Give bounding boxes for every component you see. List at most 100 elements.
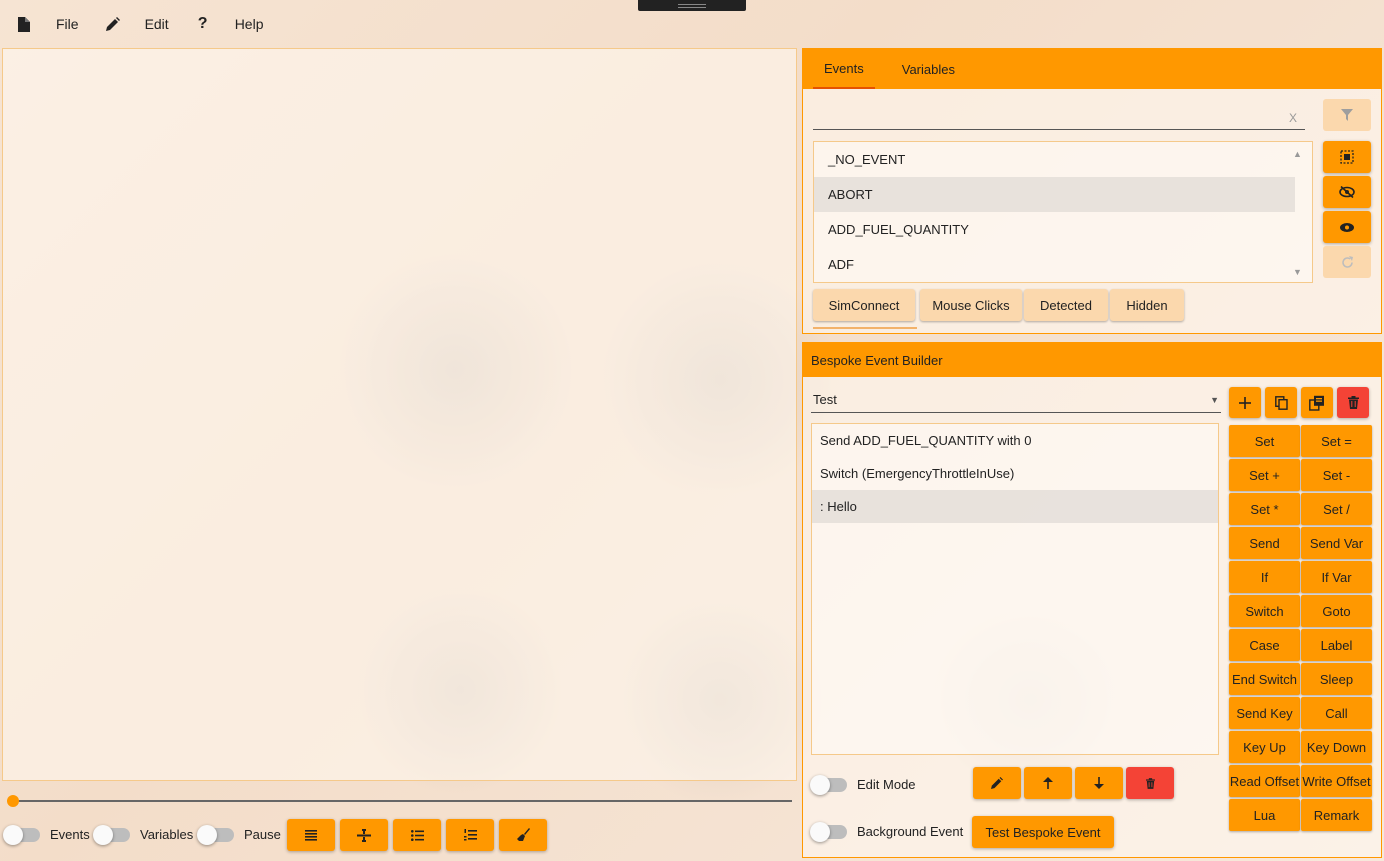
events-list: _NO_EVENT ABORT ADD_FUEL_QUANTITY ADF: [813, 141, 1313, 283]
pause-toggle[interactable]: Pause: [197, 824, 281, 845]
divide-icon: [357, 828, 371, 842]
cmd-set-divide-button[interactable]: Set /: [1301, 493, 1372, 525]
move-line-up-button[interactable]: [1024, 767, 1072, 799]
list-item-selected[interactable]: ABORT: [814, 177, 1295, 212]
script-select[interactable]: Test ▼: [811, 387, 1221, 413]
cmd-end-switch-button[interactable]: End Switch: [1229, 663, 1300, 695]
cmd-send-button[interactable]: Send: [1229, 527, 1300, 559]
cmd-set-plus-button[interactable]: Set +: [1229, 459, 1300, 491]
edit-mode-toggle[interactable]: Edit Mode: [810, 774, 916, 795]
script-line-selected[interactable]: : Hello: [812, 490, 1218, 523]
timeline-slider-thumb[interactable]: [7, 795, 19, 807]
timeline-slider-track[interactable]: [12, 800, 792, 802]
edit-line-button[interactable]: [973, 767, 1021, 799]
delete-script-button[interactable]: [1337, 387, 1369, 418]
copy-script-button[interactable]: [1265, 387, 1297, 418]
background-event-toggle[interactable]: Background Event: [810, 821, 963, 842]
add-script-button[interactable]: [1229, 387, 1261, 418]
events-toggle[interactable]: Events: [3, 824, 90, 845]
cmd-goto-button[interactable]: Goto: [1301, 595, 1372, 627]
list-item[interactable]: ADD_FUEL_QUANTITY: [814, 212, 1295, 247]
copy-icon: [1274, 395, 1288, 410]
align-justify-button[interactable]: [287, 819, 335, 851]
move-line-down-button[interactable]: [1075, 767, 1123, 799]
script-line[interactable]: Switch (EmergencyThrottleInUse): [812, 457, 1218, 490]
events-panel: Events Variables X _NO_EVENT ABORT ADD_F…: [802, 48, 1382, 334]
filter-icon: [1341, 109, 1353, 121]
cmd-set-button[interactable]: Set: [1229, 425, 1300, 457]
cmd-set-minus-button[interactable]: Set -: [1301, 459, 1372, 491]
script-lines-list: Send ADD_FUEL_QUANTITY with 0 Switch (Em…: [811, 423, 1219, 755]
show-button[interactable]: [1323, 211, 1371, 243]
cmd-key-up-button[interactable]: Key Up: [1229, 731, 1300, 763]
test-bespoke-event-button[interactable]: Test Bespoke Event: [972, 816, 1114, 848]
list-icon: [410, 829, 424, 841]
scroll-down-icon[interactable]: ▼: [1293, 267, 1302, 277]
canvas-panel: [2, 48, 797, 781]
filter-mouse-clicks[interactable]: Mouse Clicks: [920, 289, 1022, 321]
cmd-write-offset-button[interactable]: Write Offset: [1301, 765, 1372, 797]
cmd-call-button[interactable]: Call: [1301, 697, 1372, 729]
background-event-switch[interactable]: [810, 821, 847, 842]
cmd-if-button[interactable]: If: [1229, 561, 1300, 593]
pause-switch[interactable]: [197, 824, 234, 845]
tab-variables[interactable]: Variables: [891, 49, 966, 89]
drag-handle[interactable]: [638, 0, 746, 11]
list-item[interactable]: ADF: [814, 247, 1295, 282]
pause-toggle-label: Pause: [244, 827, 281, 842]
events-switch[interactable]: [3, 824, 40, 845]
hide-button[interactable]: [1323, 176, 1371, 208]
cmd-set-equals-button[interactable]: Set =: [1301, 425, 1372, 457]
cmd-lua-button[interactable]: Lua: [1229, 799, 1300, 831]
edit-mode-switch[interactable]: [810, 774, 847, 795]
arrow-up-icon: [1043, 777, 1053, 789]
scroll-up-icon[interactable]: ▲: [1293, 149, 1302, 159]
cmd-sleep-button[interactable]: Sleep: [1301, 663, 1372, 695]
variables-toggle-label: Variables: [140, 827, 194, 842]
cmd-send-var-button[interactable]: Send Var: [1301, 527, 1372, 559]
menu-file-label: File: [56, 16, 79, 32]
search-clear-button[interactable]: X: [1289, 111, 1297, 125]
list-item[interactable]: _NO_EVENT: [814, 142, 1295, 177]
tab-events[interactable]: Events: [813, 49, 875, 89]
menu-file[interactable]: File: [14, 9, 79, 39]
cmd-case-button[interactable]: Case: [1229, 629, 1300, 661]
search-underline: [813, 129, 1305, 130]
filter-detected[interactable]: Detected: [1024, 289, 1108, 321]
filter-hidden[interactable]: Hidden: [1110, 289, 1184, 321]
duplicate-icon: [1309, 395, 1325, 411]
select-all-button[interactable]: [1323, 141, 1371, 173]
divide-button[interactable]: [340, 819, 388, 851]
chevron-down-icon: ▼: [1210, 394, 1219, 405]
filter-simconnect[interactable]: SimConnect: [813, 289, 915, 321]
ordered-list-button[interactable]: [446, 819, 494, 851]
menu-help[interactable]: ? Help: [193, 9, 264, 39]
delete-line-button[interactable]: [1126, 767, 1174, 799]
cmd-read-offset-button[interactable]: Read Offset: [1229, 765, 1300, 797]
cmd-set-multiply-button[interactable]: Set *: [1229, 493, 1300, 525]
cmd-if-var-button[interactable]: If Var: [1301, 561, 1372, 593]
cmd-switch-button[interactable]: Switch: [1229, 595, 1300, 627]
trash-icon: [1347, 396, 1359, 409]
filter-button[interactable]: [1323, 99, 1371, 131]
variables-switch[interactable]: [93, 824, 130, 845]
refresh-button[interactable]: [1323, 246, 1371, 278]
cmd-label-button[interactable]: Label: [1301, 629, 1372, 661]
list-button[interactable]: [393, 819, 441, 851]
variables-toggle[interactable]: Variables: [93, 824, 194, 845]
duplicate-script-button[interactable]: [1301, 387, 1333, 418]
file-icon: [14, 14, 34, 34]
cmd-send-key-button[interactable]: Send Key: [1229, 697, 1300, 729]
cmd-key-down-button[interactable]: Key Down: [1301, 731, 1372, 763]
event-search-input[interactable]: [813, 105, 1305, 129]
menu-edit[interactable]: Edit: [103, 9, 169, 39]
broom-button[interactable]: [499, 819, 547, 851]
script-line[interactable]: Send ADD_FUEL_QUANTITY with 0: [812, 424, 1218, 457]
pencil-icon: [991, 777, 1003, 789]
events-toggle-label: Events: [50, 827, 90, 842]
menu-help-label: Help: [234, 16, 264, 32]
eye-slash-icon: [1339, 186, 1355, 198]
pencil-icon: [103, 14, 123, 34]
active-filter-indicator: [813, 327, 917, 329]
cmd-remark-button[interactable]: Remark: [1301, 799, 1372, 831]
